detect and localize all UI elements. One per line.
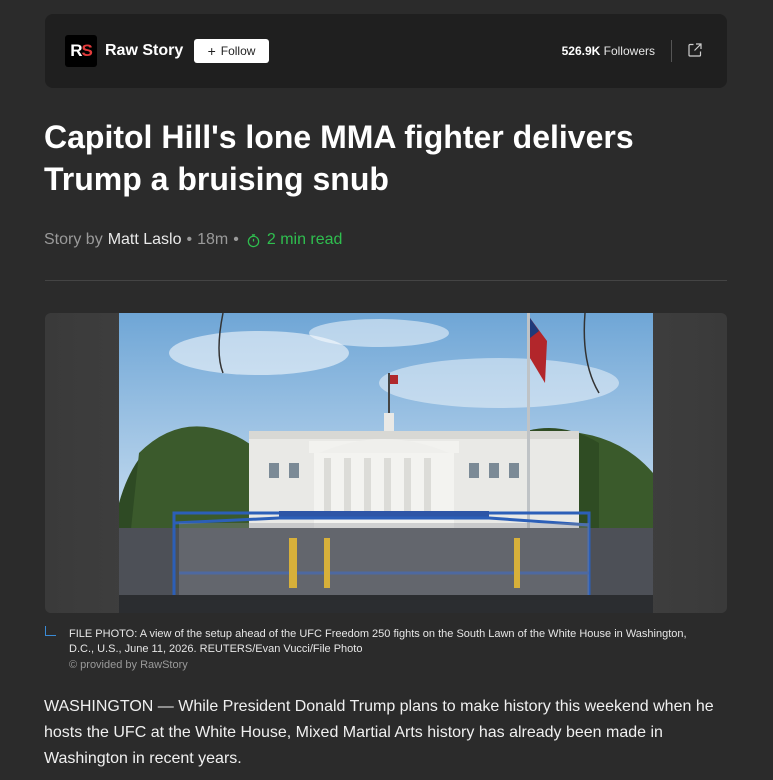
image-caption: FILE PHOTO: A view of the setup ahead of… — [69, 628, 687, 655]
logo-letter-r: R — [70, 41, 82, 60]
follower-number: 526.9K — [561, 44, 601, 58]
divider — [671, 40, 672, 62]
image-credit: © provided by RawStory — [69, 659, 188, 671]
article-image[interactable] — [45, 313, 727, 613]
article-age: 18m — [197, 231, 229, 248]
read-time: 2 min read — [246, 231, 343, 249]
publisher-bar: RS Raw Story + Follow 526.9K Followers — [45, 14, 727, 88]
follow-label: Follow — [220, 44, 256, 58]
divider — [45, 280, 727, 281]
byline-prefix: Story by — [44, 231, 103, 248]
share-icon[interactable] — [687, 42, 703, 58]
article-headline: Capitol Hill's lone MMA fighter delivers… — [44, 119, 634, 197]
separator: • — [233, 231, 239, 248]
raw-story-logo[interactable]: RS — [65, 35, 97, 67]
timer-icon — [247, 233, 260, 247]
byline: Story by Matt Laslo • 18m • 2 min read — [44, 231, 342, 249]
follower-count: 526.9K Followers — [562, 44, 655, 58]
caption-marker — [45, 626, 56, 636]
logo-letter-s: S — [81, 41, 92, 60]
follow-button[interactable]: + Follow — [194, 39, 269, 63]
plus-icon: + — [207, 43, 216, 59]
read-time-label: 2 min read — [266, 231, 343, 248]
publisher-name[interactable]: Raw Story — [105, 42, 183, 60]
followers-label: Followers — [603, 44, 655, 58]
article-paragraph: WASHINGTON — While President Donald Trum… — [44, 698, 714, 767]
separator: • — [186, 231, 193, 248]
author-link[interactable]: Matt Laslo — [108, 231, 182, 249]
white-house-photo — [119, 313, 653, 613]
